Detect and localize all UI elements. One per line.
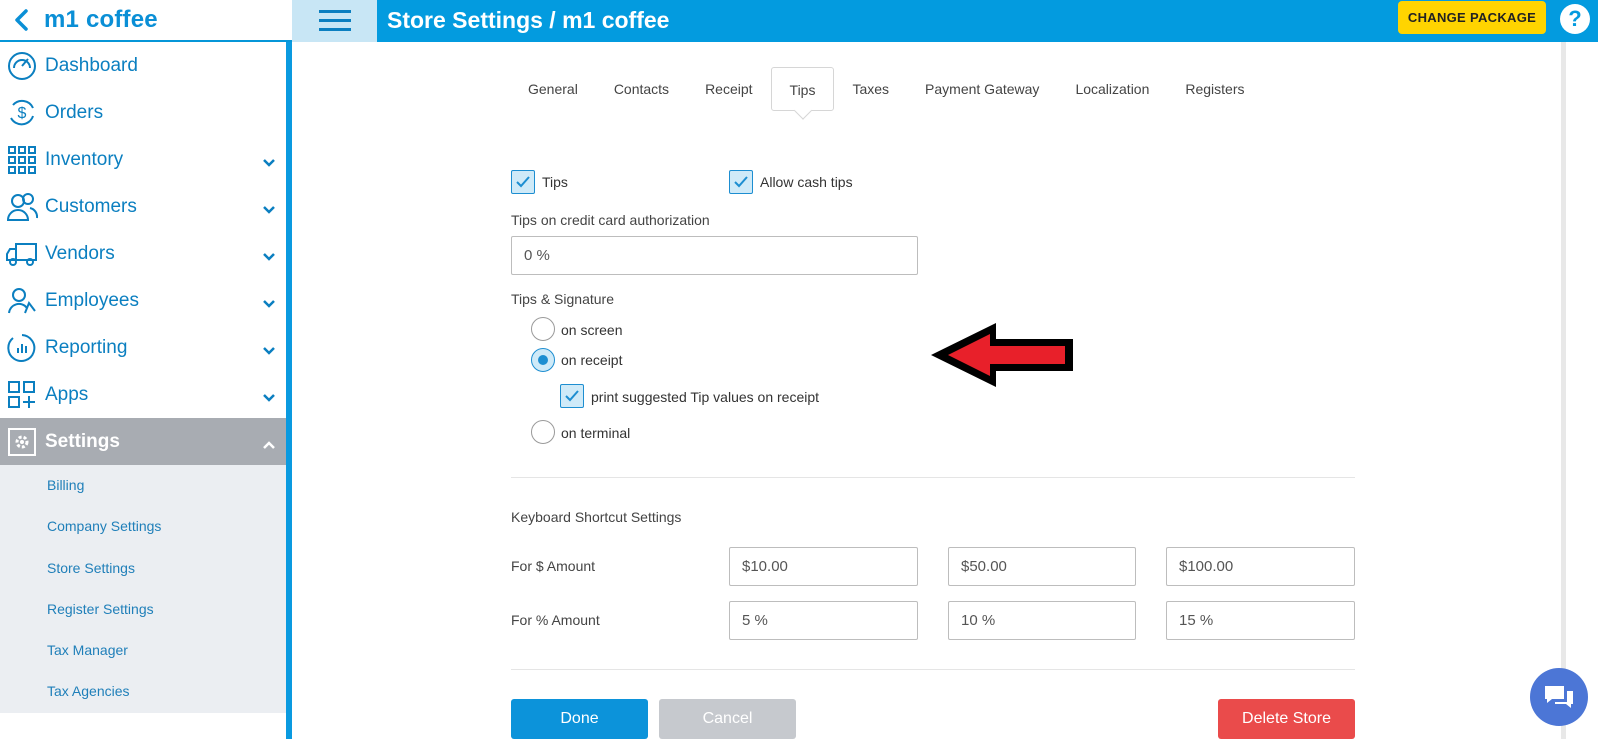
tab-registers[interactable]: Registers xyxy=(1167,67,1262,111)
tab-receipt[interactable]: Receipt xyxy=(687,67,770,111)
radio-on-terminal-label: on terminal xyxy=(561,425,631,441)
sidebar-item-dashboard[interactable]: Dashboard xyxy=(0,42,286,89)
back-chevron-icon[interactable] xyxy=(6,9,36,31)
chevron-down-icon[interactable] xyxy=(262,387,276,409)
brand-header: m1 coffee xyxy=(0,0,292,42)
sidebar-item-label: Orders xyxy=(45,101,104,123)
radio-on-receipt-label: on receipt xyxy=(561,352,623,368)
radio-on-receipt[interactable] xyxy=(531,348,555,372)
chevron-down-icon[interactable] xyxy=(262,293,276,315)
radio-on-screen-label: on screen xyxy=(561,322,623,338)
apps-icon xyxy=(2,371,42,418)
done-button[interactable]: Done xyxy=(511,699,648,739)
allow-cash-tips-label: Allow cash tips xyxy=(760,174,853,190)
print-suggested-tips-label: print suggested Tip values on receipt xyxy=(591,389,820,405)
sidebar-subitem-company-settings[interactable]: Company Settings xyxy=(0,506,286,547)
tab-general[interactable]: General xyxy=(510,67,596,111)
sidebar-subitem-tax-manager[interactable]: Tax Manager xyxy=(0,630,286,671)
dollar-shortcut-input-3[interactable] xyxy=(1166,547,1355,586)
checkmark-icon xyxy=(734,176,748,188)
tab-taxes[interactable]: Taxes xyxy=(834,67,907,111)
checkmark-icon xyxy=(565,390,579,402)
hamburger-icon xyxy=(318,10,351,31)
print-suggested-tips-checkbox[interactable] xyxy=(560,384,584,408)
employee-icon xyxy=(2,277,42,324)
chevron-down-icon[interactable] xyxy=(262,152,276,174)
chart-icon xyxy=(2,324,42,371)
sidebar-subitem-register-settings[interactable]: Register Settings xyxy=(0,589,286,630)
chevron-up-icon[interactable] xyxy=(262,434,276,456)
users-icon xyxy=(2,183,42,230)
section-divider xyxy=(511,477,1355,478)
sidebar-item-reporting[interactable]: Reporting xyxy=(0,324,286,371)
dollar-shortcut-input-2[interactable] xyxy=(948,547,1136,586)
tab-payment-gateway[interactable]: Payment Gateway xyxy=(907,67,1057,111)
percent-shortcut-input-1[interactable] xyxy=(729,601,918,640)
checkmark-icon xyxy=(516,176,530,188)
top-bar: Store Settings / m1 coffee CHANGE PACKAG… xyxy=(292,0,1598,42)
delete-store-button[interactable]: Delete Store xyxy=(1218,699,1355,739)
sidebar-item-customers[interactable]: Customers xyxy=(0,183,286,230)
sidebar-item-vendors[interactable]: Vendors xyxy=(0,230,286,277)
main-content: General Contacts Receipt Tips Taxes Paym… xyxy=(292,42,1598,739)
main-scrollbar[interactable] xyxy=(1561,42,1566,739)
tab-tips[interactable]: Tips xyxy=(770,67,835,111)
percent-amount-label: For % Amount xyxy=(511,612,600,628)
dollar-shortcut-input-1[interactable] xyxy=(729,547,918,586)
chevron-down-icon[interactable] xyxy=(262,199,276,221)
chat-bubble-icon xyxy=(1545,686,1573,708)
radio-on-screen[interactable] xyxy=(531,317,555,341)
sidebar-item-label: Apps xyxy=(45,383,89,405)
store-name: m1 coffee xyxy=(44,6,158,33)
settings-submenu: Billing Company Settings Store Settings … xyxy=(0,465,286,713)
sidebar-item-inventory[interactable]: Inventory xyxy=(0,136,286,183)
sidebar-item-label: Dashboard xyxy=(45,54,138,76)
truck-icon xyxy=(2,230,42,277)
tips-checkbox[interactable] xyxy=(511,170,535,194)
tab-localization[interactable]: Localization xyxy=(1057,67,1167,111)
sidebar-item-apps[interactable]: Apps xyxy=(0,371,286,418)
cc-authorization-label: Tips on credit card authorization xyxy=(511,212,710,228)
menu-toggle-button[interactable] xyxy=(292,0,377,42)
tab-contacts[interactable]: Contacts xyxy=(596,67,687,111)
sidebar: Dashboard $ Orders Inventory Customers V… xyxy=(0,42,286,739)
percent-shortcut-input-3[interactable] xyxy=(1166,601,1355,640)
sidebar-subitem-tax-agencies[interactable]: Tax Agencies xyxy=(0,671,286,712)
gear-icon xyxy=(2,418,42,465)
sidebar-item-orders[interactable]: $ Orders xyxy=(0,89,286,136)
sidebar-subitem-store-settings[interactable]: Store Settings xyxy=(0,548,286,589)
dashboard-icon xyxy=(2,42,42,89)
chat-widget-button[interactable] xyxy=(1530,668,1588,726)
cc-authorization-input[interactable] xyxy=(511,236,918,275)
chevron-down-icon[interactable] xyxy=(262,246,276,268)
percent-shortcut-input-2[interactable] xyxy=(948,601,1136,640)
radio-on-terminal[interactable] xyxy=(531,420,555,444)
tips-signature-label: Tips & Signature xyxy=(511,291,614,307)
sidebar-item-settings[interactable]: Settings xyxy=(0,418,286,465)
grid-icon xyxy=(2,136,42,183)
sidebar-item-label: Inventory xyxy=(45,148,124,170)
help-icon[interactable]: ? xyxy=(1560,4,1590,34)
sidebar-item-employees[interactable]: Employees xyxy=(0,277,286,324)
annotation-arrow-icon xyxy=(931,323,1073,387)
sidebar-item-label: Reporting xyxy=(45,336,128,358)
keyboard-shortcut-title: Keyboard Shortcut Settings xyxy=(511,509,682,525)
change-package-button[interactable]: CHANGE PACKAGE xyxy=(1398,1,1546,34)
sidebar-item-label: Customers xyxy=(45,195,137,217)
sidebar-subitem-billing[interactable]: Billing xyxy=(0,465,286,506)
allow-cash-tips-checkbox[interactable] xyxy=(729,170,753,194)
chevron-down-icon[interactable] xyxy=(262,340,276,362)
page-title: Store Settings / m1 coffee xyxy=(387,7,670,33)
tips-label: Tips xyxy=(542,174,568,190)
sidebar-item-label: Settings xyxy=(45,430,120,452)
dollar-refresh-icon: $ xyxy=(2,89,42,136)
section-divider xyxy=(511,669,1355,670)
settings-tabs: General Contacts Receipt Tips Taxes Paym… xyxy=(510,67,1263,111)
dollar-amount-label: For $ Amount xyxy=(511,558,596,574)
cancel-button[interactable]: Cancel xyxy=(659,699,796,739)
svg-text:$: $ xyxy=(18,105,27,122)
sidebar-item-label: Vendors xyxy=(45,242,115,264)
sidebar-item-label: Employees xyxy=(45,289,139,311)
